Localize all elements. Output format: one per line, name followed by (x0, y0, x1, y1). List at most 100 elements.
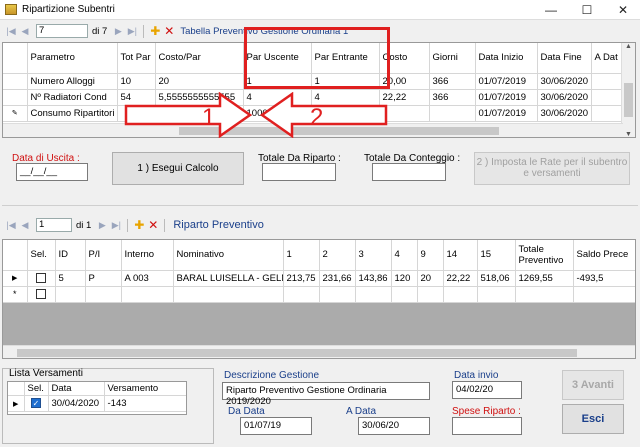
col-header-3[interactable]: 3 (355, 240, 392, 271)
scroll-down-icon[interactable]: ▼ (622, 131, 635, 137)
esegui-calcolo-button[interactable]: 1 ) Esegui Calcolo (112, 152, 244, 185)
da-data-input[interactable]: 01/07/19 (240, 417, 312, 435)
col-header-pi[interactable]: P/I (85, 240, 122, 271)
col-header-14[interactable]: 14 (443, 240, 478, 271)
table-cell[interactable]: 30/04/2020 (48, 395, 105, 412)
table-cell[interactable] (477, 286, 516, 303)
close-icon[interactable]: ✕ (612, 2, 634, 18)
data-invio-input[interactable]: 04/02/20 (452, 381, 522, 399)
col-header-sel[interactable]: Sel. (24, 382, 49, 396)
col-header-id[interactable]: ID (55, 240, 86, 271)
col-header-totale-preventivo[interactable]: Totale Preventivo (515, 240, 574, 271)
delete-record-icon[interactable]: ✕ (146, 218, 160, 232)
table-cell[interactable] (55, 286, 86, 303)
table-cell[interactable]: Nº Radiatori Cond (27, 89, 118, 106)
row-marker[interactable]: ▶ (8, 395, 25, 412)
table-cell[interactable]: A 003 (121, 270, 174, 287)
col-header-saldo-prec[interactable]: Saldo Prece (573, 240, 635, 271)
table-cell[interactable] (391, 286, 418, 303)
esci-button[interactable]: Esci (562, 404, 624, 434)
avanti-button[interactable]: 3 Avanti (562, 370, 624, 400)
new-row-marker[interactable]: * (3, 286, 28, 303)
col-header-4[interactable]: 4 (391, 240, 418, 271)
prev-record-icon[interactable]: ◀ (18, 26, 32, 37)
table-cell[interactable] (85, 286, 122, 303)
table-cell[interactable] (283, 286, 320, 303)
table-cell[interactable]: 231,66 (319, 270, 356, 287)
table-cell[interactable]: Consumo Ripartitori (27, 105, 118, 122)
add-record-icon[interactable]: ✚ (132, 218, 146, 232)
row-marker[interactable] (3, 89, 28, 106)
col-header-data-inizio[interactable]: Data Inizio (475, 43, 538, 74)
last-record-icon[interactable]: ▶| (125, 26, 139, 37)
table-cell[interactable]: 5 (55, 270, 86, 287)
descrizione-input[interactable]: Riparto Preventivo Gestione Ordinaria 20… (222, 382, 430, 407)
next-record-icon[interactable]: ▶ (95, 220, 109, 231)
scroll-up-icon[interactable]: ▲ (622, 43, 635, 50)
table-cell[interactable]: 1269,55 (515, 270, 574, 287)
col-header-sel[interactable]: Sel. (27, 240, 56, 271)
add-record-icon[interactable]: ✚ (148, 24, 162, 38)
minimize-icon[interactable]: — (540, 2, 562, 18)
row-marker[interactable]: ✎ (3, 105, 28, 122)
table-cell[interactable] (121, 286, 174, 303)
col-header-parametro[interactable]: Parametro (27, 43, 118, 74)
table-cell[interactable] (417, 286, 444, 303)
col-header-costo-par[interactable]: Costo/Par (155, 43, 244, 74)
scroll-thumb[interactable] (624, 83, 633, 117)
table-cell[interactable]: 30/06/2020 (537, 89, 592, 106)
table-cell[interactable]: Numero Alloggi (27, 73, 118, 90)
sel-cell[interactable] (27, 286, 56, 303)
col-header-interno[interactable]: Interno (121, 240, 174, 271)
col-header-data-fine[interactable]: Data Fine (537, 43, 592, 74)
table-cell[interactable]: 143,86 (355, 270, 392, 287)
table-cell[interactable]: 20 (417, 270, 444, 287)
table-cell[interactable]: 30/06/2020 (537, 73, 592, 90)
col-header-15[interactable]: 15 (477, 240, 516, 271)
table-cell[interactable]: 01/07/2019 (475, 105, 538, 122)
col-header-2[interactable]: 2 (319, 240, 356, 271)
table-cell[interactable]: 30/06/2020 (537, 105, 592, 122)
table-cell[interactable]: 366 (429, 89, 476, 106)
table-cell[interactable] (355, 286, 392, 303)
table-cell[interactable] (319, 286, 356, 303)
sel-checkbox[interactable] (36, 288, 46, 299)
col-header-1[interactable]: 1 (283, 240, 320, 271)
spese-riparto-input[interactable] (452, 417, 522, 435)
first-record-icon[interactable]: |◀ (4, 220, 18, 231)
table-cell[interactable]: P (85, 270, 122, 287)
a-data-input[interactable]: 30/06/20 (358, 417, 430, 435)
table-cell[interactable]: 20 (155, 73, 244, 90)
col-header-versamento[interactable]: Versamento (104, 382, 186, 396)
sel-cell[interactable]: ✓ (24, 395, 49, 412)
col-header-data[interactable]: Data (48, 382, 105, 396)
last-record-icon[interactable]: ▶| (109, 220, 123, 231)
scroll-thumb[interactable] (17, 349, 577, 357)
table-cell[interactable]: -493,5 (573, 270, 635, 287)
table-cell[interactable]: 213,75 (283, 270, 320, 287)
col-header-tot-par[interactable]: Tot Par (117, 43, 156, 74)
table-cell[interactable]: -143 (104, 395, 186, 412)
col-header-nominativo[interactable]: Nominativo (173, 240, 284, 271)
grid2-hscrollbar[interactable] (3, 345, 635, 358)
col-header-9[interactable]: 9 (417, 240, 444, 271)
table-cell[interactable]: 518,06 (477, 270, 516, 287)
table-cell[interactable]: 366 (429, 73, 476, 90)
record-position-input[interactable]: 7 (36, 24, 88, 38)
prev-record-icon[interactable]: ◀ (18, 220, 32, 231)
table-cell[interactable]: 120 (391, 270, 418, 287)
maximize-icon[interactable]: ☐ (576, 2, 598, 18)
record-position-input[interactable]: 1 (36, 218, 72, 232)
data-uscita-input[interactable]: __/__/__ (16, 163, 88, 181)
table-cell[interactable] (173, 286, 284, 303)
table-row[interactable]: * (3, 286, 635, 303)
delete-record-icon[interactable]: ✕ (162, 24, 176, 38)
table-cell[interactable]: 01/07/2019 (475, 89, 538, 106)
row-marker[interactable] (3, 73, 28, 90)
sel-checkbox[interactable] (36, 272, 46, 283)
table-row[interactable]: ▶ 5 P A 003 BARAL LUISELLA - GELMI 213,7… (3, 270, 635, 287)
table-cell[interactable] (573, 286, 635, 303)
sel-cell[interactable] (27, 270, 56, 287)
grid1-vscrollbar[interactable]: ▲ ▼ (621, 43, 635, 137)
totale-riparto-input[interactable] (262, 163, 336, 181)
